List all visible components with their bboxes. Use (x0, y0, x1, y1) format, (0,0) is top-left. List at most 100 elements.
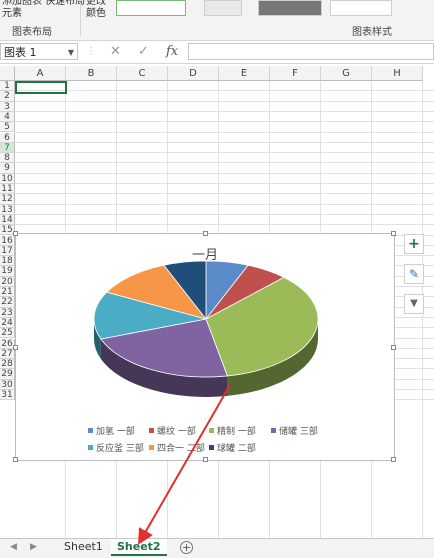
legend-swatch (209, 428, 214, 433)
column-header-a[interactable]: A (15, 66, 66, 81)
legend-item[interactable]: 精制 一部 (209, 424, 256, 437)
add-sheet-icon[interactable]: + (180, 541, 193, 554)
row-header-9[interactable]: 9 (0, 163, 15, 174)
row-header-16[interactable]: 16 (0, 235, 15, 246)
row-header-8[interactable]: 8 (0, 153, 15, 164)
row-header-2[interactable]: 2 (0, 91, 15, 102)
row-header-3[interactable]: 3 (0, 101, 15, 112)
column-header-b[interactable]: B (66, 66, 117, 81)
formula-bar: 图表 1 ▼ ⋮ ✕ ✓ fx (0, 41, 434, 64)
quick-layout-button[interactable]: 添加图表 快速布局 元素 (2, 0, 85, 20)
row-header-13[interactable]: 13 (0, 204, 15, 215)
row-header-23[interactable]: 23 (0, 307, 15, 318)
chart-style-thumb-1[interactable] (116, 0, 186, 16)
legend-label: 四合一 二部 (157, 444, 205, 454)
chart-style-thumb-3[interactable] (258, 0, 322, 16)
filter-icon: ▼ (410, 298, 418, 309)
column-header-d[interactable]: D (168, 66, 219, 81)
pie-chart[interactable]: 一月 加氢 一部 螺纹 一部 精制 一部 储罐 三部 反应釜 三部 四合一 二部 球罐 二部 (13, 231, 396, 462)
row-header-31[interactable]: 31 (0, 390, 15, 401)
confirm-icon[interactable]: ✓ (138, 44, 149, 59)
chart-styles-button[interactable]: ✎ (404, 264, 424, 284)
legend-label: 加氢 一部 (96, 427, 135, 437)
row-header-4[interactable]: 4 (0, 111, 15, 123)
sheet-tab-bar: ◀ ▶ Sheet1 Sheet2 + (0, 538, 434, 558)
sheet-tab-sheet2[interactable]: Sheet2 (111, 539, 167, 556)
sheet-tab-sheet1[interactable]: Sheet1 (58, 539, 109, 556)
legend-label: 反应釜 三部 (96, 444, 144, 454)
group-label-style: 图表样式 (352, 27, 392, 38)
resize-handle-mr[interactable] (391, 345, 396, 350)
row-header-12[interactable]: 12 (0, 194, 15, 205)
resize-handle-br[interactable] (391, 457, 396, 462)
legend-swatch (271, 428, 276, 433)
chart-style-thumb-4[interactable] (330, 0, 392, 16)
more-dots-icon: ⋮ (86, 46, 96, 57)
legend-item[interactable]: 储罐 三部 (271, 424, 318, 437)
column-header-e[interactable]: E (219, 66, 270, 81)
chevron-down-icon[interactable]: ▼ (68, 44, 74, 61)
row-header-7[interactable]: 7 (0, 142, 15, 154)
select-all-corner[interactable] (0, 66, 15, 81)
row-header-22[interactable]: 22 (0, 297, 15, 308)
row-header-6[interactable]: 6 (0, 132, 15, 143)
row-header-17[interactable]: 17 (0, 245, 15, 257)
scroll-right-icon[interactable]: ▶ (30, 542, 37, 552)
plus-icon: + (408, 236, 420, 252)
name-box[interactable]: 图表 1 ▼ (0, 43, 78, 60)
resize-handle-ml[interactable] (13, 345, 18, 350)
pie-plot[interactable] (16, 234, 396, 462)
row-header-14[interactable]: 14 (0, 214, 15, 226)
brush-icon: ✎ (408, 267, 420, 281)
resize-handle-bc[interactable] (203, 457, 208, 462)
row-header-1[interactable]: 1 (0, 81, 15, 92)
resize-handle-tc[interactable] (203, 231, 208, 236)
chart-elements-button[interactable]: + (404, 234, 424, 254)
legend-item[interactable]: 四合一 二部 (149, 441, 205, 454)
column-header-c[interactable]: C (117, 66, 168, 81)
row-header-25[interactable]: 25 (0, 328, 15, 339)
insert-function-icon[interactable]: fx (166, 44, 178, 59)
row-header-19[interactable]: 19 (0, 266, 15, 277)
legend-swatch (88, 445, 93, 450)
ribbon: 添加图表 快速布局 元素 更改 颜色 图表布局 图表样式 (0, 0, 434, 41)
resize-handle-bl[interactable] (13, 457, 18, 462)
column-header-h[interactable]: H (372, 66, 423, 81)
change-colors-button[interactable]: 更改 颜色 (86, 0, 106, 20)
scroll-left-icon[interactable]: ◀ (10, 542, 17, 552)
row-header-18[interactable]: 18 (0, 256, 15, 267)
cancel-icon[interactable]: ✕ (110, 44, 121, 59)
row-header-28[interactable]: 28 (0, 359, 15, 370)
row-header-11[interactable]: 11 (0, 184, 15, 195)
column-header-f[interactable]: F (270, 66, 321, 81)
legend-label: 储罐 三部 (279, 427, 318, 437)
selected-cell-a1[interactable] (15, 81, 67, 94)
legend-swatch (149, 428, 154, 433)
legend-swatch (149, 445, 154, 450)
row-header-5[interactable]: 5 (0, 122, 15, 133)
legend-item[interactable]: 球罐 二部 (209, 441, 256, 454)
legend-label: 精制 一部 (217, 427, 256, 437)
chart-filters-button[interactable]: ▼ (404, 294, 424, 314)
row-header-24[interactable]: 24 (0, 317, 15, 329)
legend-item[interactable]: 加氢 一部 (88, 424, 135, 437)
resize-handle-tl[interactable] (13, 231, 18, 236)
name-box-value: 图表 1 (4, 46, 37, 59)
legend-item[interactable]: 螺纹 一部 (149, 424, 196, 437)
row-header-29[interactable]: 29 (0, 369, 15, 380)
row-header-20[interactable]: 20 (0, 276, 15, 287)
row-header-27[interactable]: 27 (0, 348, 15, 360)
resize-handle-tr[interactable] (391, 231, 396, 236)
group-label-layout: 图表布局 (12, 27, 52, 38)
legend-label: 螺纹 一部 (157, 427, 196, 437)
legend-swatch (209, 445, 214, 450)
row-header-21[interactable]: 21 (0, 287, 15, 298)
column-header-g[interactable]: G (321, 66, 372, 81)
row-header-10[interactable]: 10 (0, 173, 15, 184)
formula-input[interactable] (188, 43, 434, 60)
legend-item[interactable]: 反应釜 三部 (88, 441, 144, 454)
row-header-30[interactable]: 30 (0, 379, 15, 390)
quick-layout-label: 添加图表 快速布局 (2, 0, 86, 7)
legend-label: 球罐 二部 (217, 444, 256, 454)
chart-style-thumb-2[interactable] (204, 0, 242, 16)
